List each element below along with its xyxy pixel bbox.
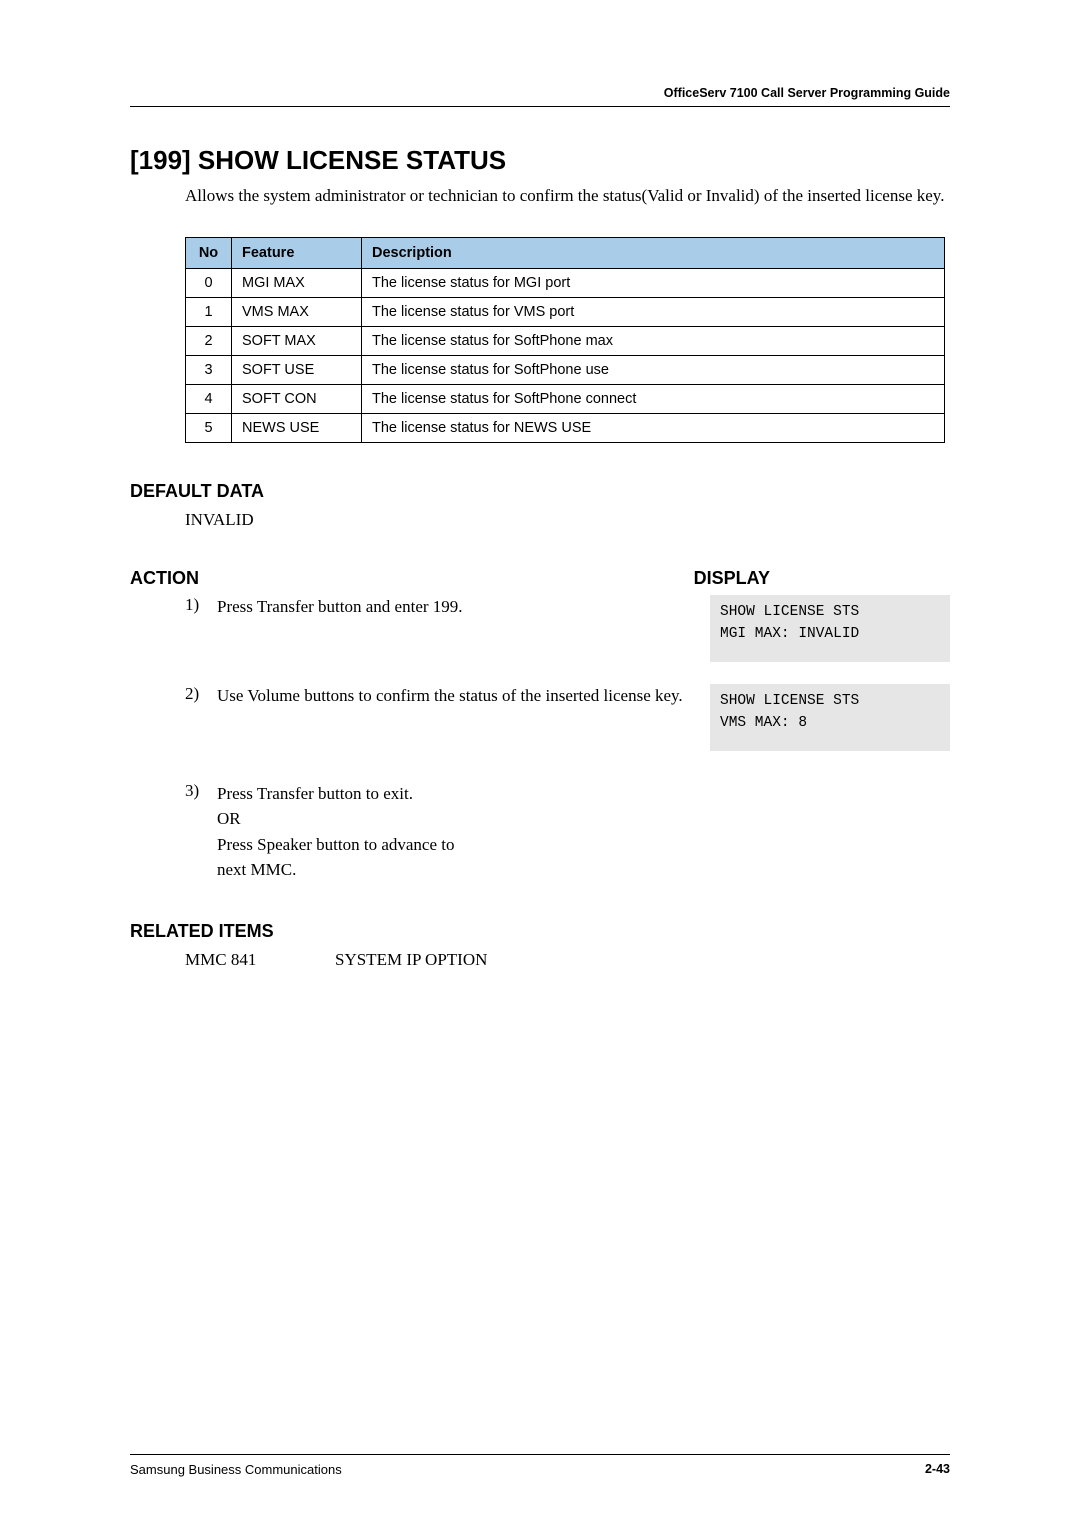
table-cell-no: 5 — [186, 413, 232, 442]
table-row: 4 SOFT CON The license status for SoftPh… — [186, 384, 945, 413]
table-cell-no: 3 — [186, 355, 232, 384]
table-cell-feature: NEWS USE — [232, 413, 362, 442]
table-cell-no: 4 — [186, 384, 232, 413]
action-display-headings: ACTION DISPLAY — [130, 568, 950, 589]
step-1: 1) Press Transfer button and enter 199. … — [185, 595, 950, 662]
default-data-heading: DEFAULT DATA — [130, 481, 950, 502]
step-line: Press Transfer button to exit. — [217, 781, 454, 807]
footer-left: Samsung Business Communications — [130, 1462, 342, 1477]
step-text: Press Transfer button and enter 199. — [217, 595, 710, 620]
table-cell-description: The license status for MGI port — [362, 268, 945, 297]
display-box: SHOW LICENSE STS VMS MAX: 8 — [710, 684, 950, 751]
section-title: [199] SHOW LICENSE STATUS — [130, 145, 950, 176]
step-text: Press Transfer button to exit. OR Press … — [217, 781, 454, 883]
footer-page-number: 2-43 — [925, 1462, 950, 1477]
table-cell-description: The license status for SoftPhone max — [362, 326, 945, 355]
table-cell-no: 2 — [186, 326, 232, 355]
page-content: [199] SHOW LICENSE STATUS Allows the sys… — [130, 145, 950, 970]
steps-list: 1) Press Transfer button and enter 199. … — [185, 595, 950, 883]
step-number: 1) — [185, 595, 217, 615]
header-rule — [130, 106, 950, 107]
related-items-heading: RELATED ITEMS — [130, 921, 950, 942]
table-row: 3 SOFT USE The license status for SoftPh… — [186, 355, 945, 384]
header-doc-title: OfficeServ 7100 Call Server Programming … — [664, 86, 950, 100]
step-number: 2) — [185, 684, 217, 704]
table-cell-feature: SOFT USE — [232, 355, 362, 384]
step-3: 3) Press Transfer button to exit. OR Pre… — [185, 781, 950, 883]
table-row: 1 VMS MAX The license status for VMS por… — [186, 297, 945, 326]
table-cell-description: The license status for SoftPhone use — [362, 355, 945, 384]
table-header-row: No Feature Description — [186, 237, 945, 268]
table-header-feature: Feature — [232, 237, 362, 268]
step-line: Press Speaker button to advance to — [217, 832, 454, 858]
table-cell-description: The license status for NEWS USE — [362, 413, 945, 442]
step-line: OR — [217, 806, 454, 832]
step-number: 3) — [185, 781, 217, 801]
section-intro: Allows the system administrator or techn… — [185, 184, 950, 209]
step-2: 2) Use Volume buttons to confirm the sta… — [185, 684, 950, 751]
table-cell-feature: SOFT MAX — [232, 326, 362, 355]
related-label: SYSTEM IP OPTION — [335, 950, 487, 970]
step-text: Use Volume buttons to confirm the status… — [217, 684, 710, 709]
table-row: 2 SOFT MAX The license status for SoftPh… — [186, 326, 945, 355]
table-cell-description: The license status for VMS port — [362, 297, 945, 326]
table-row: 0 MGI MAX The license status for MGI por… — [186, 268, 945, 297]
default-data-value: INVALID — [185, 510, 950, 530]
display-box: SHOW LICENSE STS MGI MAX: INVALID — [710, 595, 950, 662]
table-cell-feature: MGI MAX — [232, 268, 362, 297]
table-cell-no: 0 — [186, 268, 232, 297]
page-footer: Samsung Business Communications 2-43 — [130, 1462, 950, 1477]
table-row: 5 NEWS USE The license status for NEWS U… — [186, 413, 945, 442]
table-cell-feature: VMS MAX — [232, 297, 362, 326]
table-cell-description: The license status for SoftPhone connect — [362, 384, 945, 413]
table-header-no: No — [186, 237, 232, 268]
action-heading: ACTION — [130, 568, 199, 589]
related-items-body: MMC 841 SYSTEM IP OPTION — [185, 950, 950, 970]
feature-table: No Feature Description 0 MGI MAX The lic… — [185, 237, 945, 443]
table-cell-feature: SOFT CON — [232, 384, 362, 413]
table-cell-no: 1 — [186, 297, 232, 326]
related-code: MMC 841 — [185, 950, 335, 970]
table-header-description: Description — [362, 237, 945, 268]
display-heading: DISPLAY — [694, 568, 770, 589]
footer-rule — [130, 1454, 950, 1455]
step-line: next MMC. — [217, 857, 454, 883]
